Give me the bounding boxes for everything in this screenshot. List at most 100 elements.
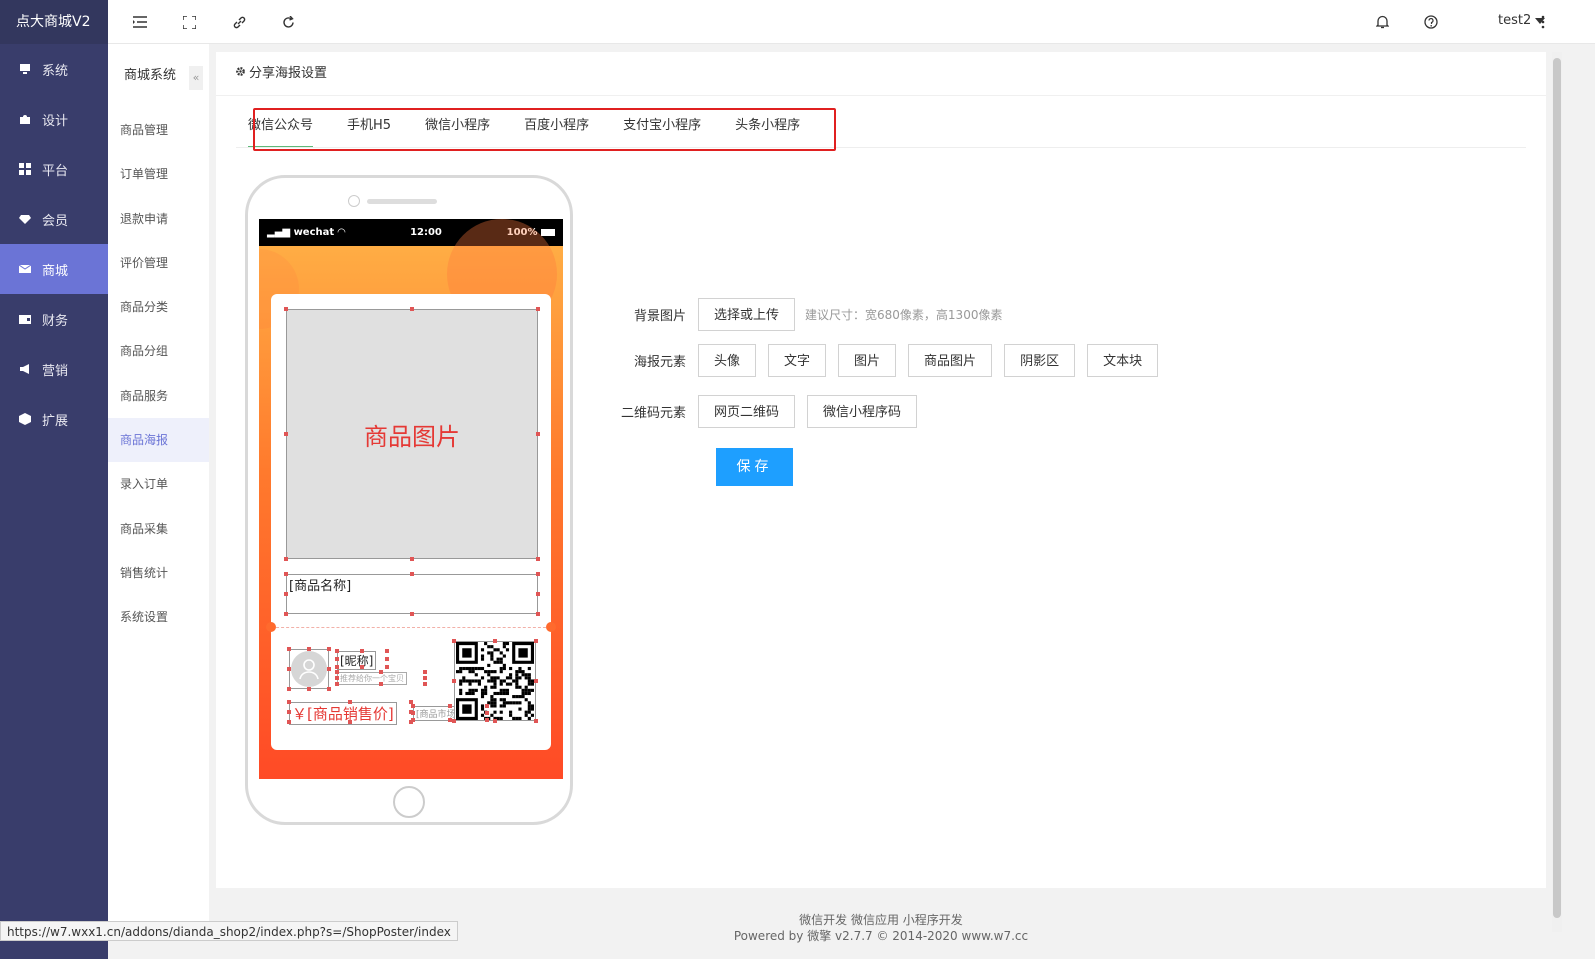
resize-handle[interactable] [452,679,456,683]
resize-handle[interactable] [287,667,291,671]
subnav-item[interactable]: 订单管理 [108,152,209,196]
add-element-button[interactable]: 头像 [698,344,757,377]
bell-icon[interactable] [1373,13,1391,31]
subnav-item[interactable]: 录入订单 [108,462,209,506]
sidebar-item-marketing[interactable]: 营销 [0,344,108,394]
resize-handle[interactable] [534,679,538,683]
resize-handle[interactable] [493,639,497,643]
resize-handle[interactable] [485,704,489,708]
resize-handle[interactable] [385,657,389,661]
subnav-item[interactable]: 商品分组 [108,329,209,373]
resize-handle[interactable] [327,687,331,691]
resize-handle[interactable] [411,704,415,708]
collapse-icon[interactable]: « [189,66,203,90]
sidebar-item-extend[interactable]: 扩展 [0,394,108,444]
resize-handle[interactable] [287,687,291,691]
resize-handle[interactable] [287,710,291,714]
add-element-button[interactable]: 文本块 [1087,344,1159,377]
page-scrollbar[interactable] [1552,52,1562,932]
poster-product-name[interactable]: [商品名称] [286,574,538,614]
add-element-button[interactable]: 图片 [838,344,897,377]
sidebar-item-finance[interactable]: 财务 [0,294,108,344]
resize-handle[interactable] [534,719,538,723]
resize-handle[interactable] [452,719,456,723]
scrollbar-thumb[interactable] [1553,58,1561,918]
resize-handle[interactable] [536,572,540,576]
resize-handle[interactable] [327,667,331,671]
web-qrcode-button[interactable]: 网页二维码 [698,395,796,428]
resize-handle[interactable] [307,687,311,691]
resize-handle[interactable] [536,612,540,616]
resize-handle[interactable] [379,670,383,674]
add-element-button[interactable]: 阴影区 [1004,344,1076,377]
resize-handle[interactable] [536,557,540,561]
resize-handle[interactable] [284,432,288,436]
resize-handle[interactable] [536,592,540,596]
resize-handle[interactable] [410,307,414,311]
miniprogram-code-button[interactable]: 微信小程序码 [807,395,918,428]
poster-avatar[interactable] [289,649,329,689]
subnav-item[interactable]: 商品服务 [108,374,209,418]
resize-handle[interactable] [410,572,414,576]
resize-handle[interactable] [493,719,497,723]
resize-handle[interactable] [448,704,452,708]
resize-handle[interactable] [485,711,489,715]
poster-nickname[interactable]: [昵称] [337,651,377,670]
subnav-item[interactable]: 退款申请 [108,197,209,241]
more-vertical-icon[interactable] [1534,13,1552,31]
refresh-icon[interactable] [279,13,297,31]
link-icon[interactable] [230,13,248,31]
poster-product-image[interactable]: 商品图片 [286,309,538,559]
sidebar-item-design[interactable]: 设计 [0,94,108,144]
resize-handle[interactable] [360,665,364,669]
resize-handle[interactable] [284,572,288,576]
resize-handle[interactable] [360,649,364,653]
subnav-item[interactable]: 商品海报 [108,418,209,463]
resize-handle[interactable] [385,649,389,653]
brand-title[interactable]: 点大商城V2 [0,0,108,44]
resize-handle[interactable] [536,307,540,311]
add-element-button[interactable]: 文字 [768,344,827,377]
resize-handle[interactable] [534,639,538,643]
subnav-item[interactable]: 商品分类 [108,285,209,329]
resize-handle[interactable] [411,718,415,722]
resize-handle[interactable] [335,665,339,669]
resize-handle[interactable] [452,639,456,643]
resize-handle[interactable] [423,682,427,686]
poster-qrcode[interactable] [454,641,536,721]
resize-handle[interactable] [287,647,291,651]
subnav-item[interactable]: 商品采集 [108,507,209,551]
help-icon[interactable] [1422,13,1440,31]
subnav-item[interactable]: 商品管理 [108,108,209,152]
poster-price[interactable]: ￥[商品销售价] [289,702,397,725]
resize-handle[interactable] [287,720,291,724]
add-element-button[interactable]: 商品图片 [908,344,993,377]
sidebar-item-platform[interactable]: 平台 [0,144,108,194]
resize-handle[interactable] [335,649,339,653]
sidebar-item-shop[interactable]: 商城 [0,244,108,294]
upload-bg-button[interactable]: 选择或上传 [698,298,796,331]
resize-handle[interactable] [335,670,339,674]
resize-handle[interactable] [307,647,311,651]
resize-handle[interactable] [335,676,339,680]
resize-handle[interactable] [348,700,352,704]
resize-handle[interactable] [284,557,288,561]
save-button[interactable]: 保存 [716,448,793,486]
sidebar-item-system[interactable]: 系统 [0,44,108,94]
resize-handle[interactable] [327,647,331,651]
resize-handle[interactable] [335,657,339,661]
resize-handle[interactable] [410,612,414,616]
resize-handle[interactable] [423,670,427,674]
resize-handle[interactable] [284,612,288,616]
resize-handle[interactable] [385,665,389,669]
resize-handle[interactable] [536,432,540,436]
poster-recommend-text[interactable]: 推荐给你一个宝贝 [337,672,407,685]
resize-handle[interactable] [284,592,288,596]
resize-handle[interactable] [410,557,414,561]
resize-handle[interactable] [287,700,291,704]
resize-handle[interactable] [335,682,339,686]
sidebar-item-member[interactable]: 会员 [0,194,108,244]
resize-handle[interactable] [379,682,383,686]
subnav-item[interactable]: 评价管理 [108,241,209,285]
resize-handle[interactable] [411,711,415,715]
